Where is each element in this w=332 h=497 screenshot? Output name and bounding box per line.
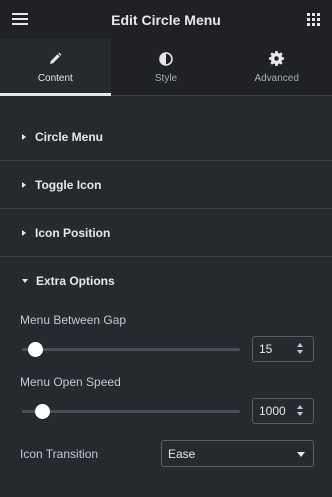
caret-right-icon (22, 229, 26, 236)
icon-transition-label: Icon Transition (20, 447, 99, 461)
panel-tabs: Content Style Advanced (0, 39, 332, 96)
half-circle-icon (159, 51, 173, 67)
open-speed-input[interactable]: 1000 (252, 398, 314, 424)
panel-title: Edit Circle Menu (111, 11, 221, 28)
number-spinner-icon[interactable] (297, 343, 303, 355)
panel-header: Edit Circle Menu (0, 0, 332, 39)
tab-content-label: Content (37, 72, 73, 84)
tab-content[interactable]: Content (0, 39, 111, 96)
tab-style[interactable]: Style (111, 39, 222, 95)
open-speed-value: 1000 (259, 404, 286, 418)
number-spinner-icon[interactable] (297, 405, 303, 417)
caret-right-icon (22, 181, 26, 188)
section-circle-menu[interactable]: Circle Menu (0, 113, 332, 161)
section-label: Toggle Icon (35, 177, 102, 192)
menu-gap-input[interactable]: 15 (252, 336, 314, 362)
tab-advanced-label: Advanced (254, 72, 299, 84)
section-label: Icon Position (35, 225, 111, 240)
tab-style-label: Style (154, 72, 178, 84)
section-toggle-icon[interactable]: Toggle Icon (0, 161, 332, 209)
icon-transition-select[interactable]: Ease (161, 440, 314, 467)
section-label: Extra Options (36, 274, 115, 288)
menu-gap-value: 15 (259, 342, 273, 356)
caret-down-icon (22, 279, 28, 283)
caret-right-icon (22, 133, 26, 140)
icon-transition-value: Ease (168, 446, 196, 461)
gear-icon (269, 51, 285, 67)
hamburger-menu-icon[interactable] (12, 13, 28, 25)
open-speed-slider-thumb[interactable] (34, 404, 50, 419)
widgets-grid-icon[interactable] (307, 13, 320, 26)
menu-gap-label: Menu Between Gap (20, 313, 127, 327)
section-icon-position[interactable]: Icon Position (0, 209, 332, 257)
pencil-icon (48, 51, 62, 67)
menu-gap-slider[interactable] (22, 342, 240, 357)
chevron-down-icon (297, 452, 305, 457)
section-extra-options[interactable]: Extra Options (0, 257, 332, 305)
section-label: Circle Menu (35, 129, 104, 144)
open-speed-label: Menu Open Speed (20, 375, 121, 389)
tab-advanced[interactable]: Advanced (221, 39, 332, 95)
open-speed-slider[interactable] (22, 404, 240, 419)
menu-gap-slider-thumb[interactable] (28, 342, 44, 357)
